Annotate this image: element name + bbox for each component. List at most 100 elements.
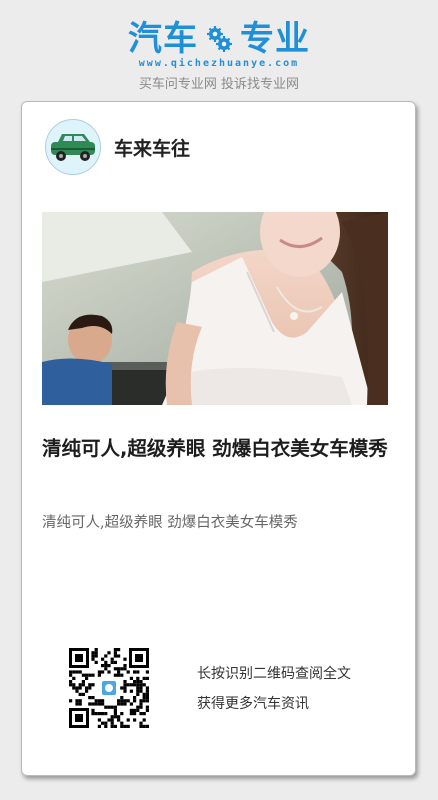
qr-module [78,683,82,687]
qr-module [120,702,124,706]
qr-module [142,692,146,696]
qr-module [123,689,127,693]
qr-module [142,676,146,680]
author-block[interactable]: 车来车往 [45,119,190,175]
qr-module [101,657,105,661]
site-url[interactable]: www.qichezhuanye.com [0,58,438,69]
qr-module [94,648,98,652]
qr-module [129,689,133,693]
qr-instructions: 长按识别二维码查阅全文 获得更多汽车资讯 [197,659,351,719]
qr-module [91,702,95,706]
qr-module [101,670,105,674]
qr-module [123,664,127,668]
qr-module [75,686,79,690]
qr-module [94,654,98,658]
qr-module [123,657,127,661]
qr-module [117,673,121,677]
qr-module [145,676,149,680]
qr-module [136,680,140,684]
qr-line-1: 长按识别二维码查阅全文 [197,666,351,682]
qr-module [126,699,130,703]
qr-module [142,683,146,687]
qr-module [97,699,101,703]
qr-module [139,680,143,684]
qr-module [120,721,124,725]
qr-module [72,686,76,690]
qr-module [123,667,127,671]
qr-module [101,699,105,703]
qr-module [142,718,146,722]
qr-module [91,712,95,716]
qr-module [136,676,140,680]
qr-module [104,721,108,725]
logo-text-right: 专业 [240,19,310,59]
qr-module [145,705,149,709]
qr-module [133,712,137,716]
hero-image[interactable] [42,212,388,405]
qr-module [113,724,117,728]
qr-module [139,705,143,709]
qr-module [107,664,111,668]
qr-module [145,689,149,693]
qr-module [94,699,98,703]
qr-module [113,673,117,677]
qr-module [117,699,121,703]
qr-module [75,670,79,674]
qr-module [101,664,105,668]
qr-module [101,721,105,725]
qr-module [81,673,85,677]
qr-module [85,673,89,677]
brand-header: 汽车 专业 www.qichezhuanye.com 买车问专业网 投诉找专业网 [0,0,438,100]
qr-module [117,648,121,652]
qr-module [120,699,124,703]
article-title[interactable]: 清纯可人,超级养眼 劲爆白衣美女车模秀 [42,434,392,464]
qr-module [72,670,76,674]
qr-module [139,712,143,716]
qr-module [104,705,108,709]
qr-module [113,654,117,658]
qr-module [123,680,127,684]
qr-module [139,724,143,728]
qr-module [129,708,133,712]
qr-code[interactable] [69,648,149,728]
qr-module [94,712,98,716]
qr-module [110,705,114,709]
qr-line-2: 获得更多汽车资讯 [197,696,309,712]
qr-module [104,660,108,664]
qr-module [133,718,137,722]
qr-module [113,651,117,655]
gear-icon [207,26,232,52]
author-name[interactable]: 车来车往 [114,134,190,161]
qr-module [133,670,137,674]
qr-module [107,718,111,722]
avatar[interactable] [45,119,101,175]
qr-module [91,654,95,658]
qr-module [142,712,146,716]
qr-module [139,699,143,703]
qr-module [133,696,137,700]
qr-module [78,692,82,696]
qr-module [113,705,117,709]
qr-module [78,702,82,706]
qr-module [133,699,137,703]
qr-module [91,651,95,655]
qr-module [69,699,73,703]
qr-module [88,702,92,706]
qr-module [110,660,114,664]
qr-module [91,708,95,712]
qr-module [104,712,108,716]
qr-module [129,676,133,680]
qr-module [75,689,79,693]
qr-module [97,712,101,716]
qr-module [136,683,140,687]
qr-module [123,699,127,703]
qr-module [91,696,95,700]
qr-module [113,715,117,719]
qr-module [126,724,130,728]
qr-module [97,718,101,722]
qr-module [126,670,130,674]
qr-module [133,680,137,684]
qr-module [123,683,127,687]
qr-module [120,696,124,700]
logo[interactable]: 汽车 专业 [0,18,438,60]
